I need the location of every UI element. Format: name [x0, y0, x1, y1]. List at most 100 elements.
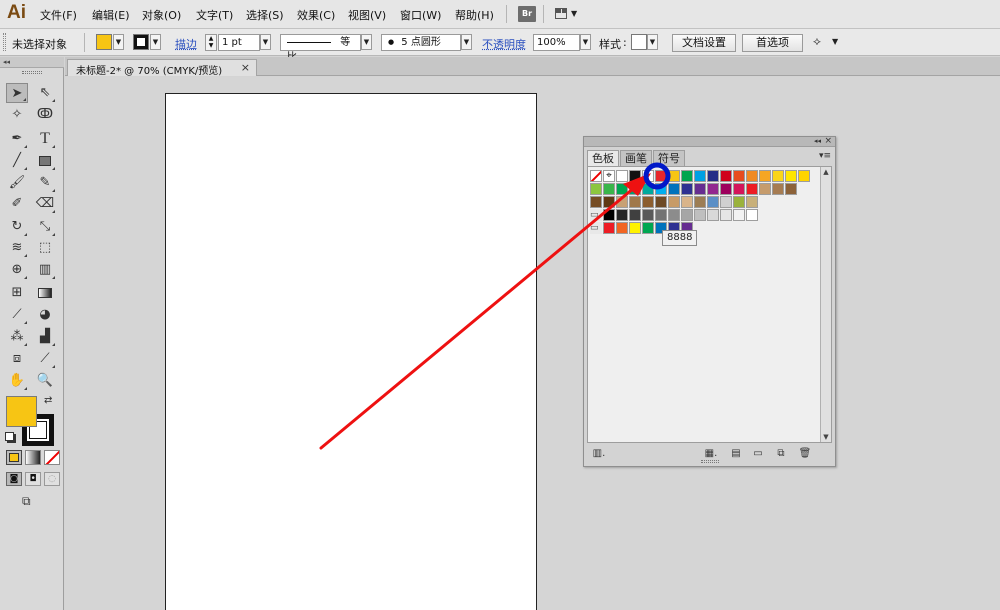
swatch[interactable]	[707, 170, 719, 182]
opacity-label[interactable]: 不透明度	[482, 36, 526, 52]
swatch[interactable]	[590, 196, 602, 208]
swatch[interactable]	[733, 196, 745, 208]
brush-definition[interactable]: ● 5 点圆形	[381, 34, 461, 51]
column-graph-tool-icon[interactable]: ▟	[34, 327, 56, 347]
swatch[interactable]	[720, 196, 732, 208]
swatch[interactable]	[694, 196, 706, 208]
free-transform-tool-icon[interactable]: ⬚	[34, 238, 56, 258]
preferences-button[interactable]: 首选项	[742, 34, 803, 52]
swatch-registration[interactable]: ⌖	[603, 170, 615, 182]
stroke-weight-dropdown[interactable]: ▼	[260, 34, 271, 50]
opacity-field[interactable]: 100%	[533, 34, 580, 51]
swatch[interactable]	[616, 183, 628, 195]
blend-tool-icon[interactable]: ◕	[34, 305, 56, 325]
swatch[interactable]	[642, 170, 654, 182]
canvas-area[interactable]	[65, 77, 1000, 610]
swatch-none[interactable]	[590, 170, 602, 182]
draw-normal-icon[interactable]: ◙	[6, 472, 22, 486]
swatch-options-icon[interactable]: ▤	[729, 447, 743, 461]
swatch[interactable]	[603, 196, 615, 208]
isolate-selection-icon[interactable]: ⟡	[813, 34, 821, 49]
bridge-button[interactable]: Br	[518, 6, 536, 22]
stroke-label[interactable]: 描边	[175, 36, 197, 52]
swatch[interactable]	[707, 196, 719, 208]
opacity-dropdown[interactable]: ▼	[580, 34, 591, 50]
tools-panel-grip[interactable]	[22, 71, 42, 74]
panel-menu-icon[interactable]: ▾≡	[819, 151, 831, 161]
swatch[interactable]	[772, 170, 784, 182]
swatch[interactable]	[668, 196, 680, 208]
delete-swatch-icon[interactable]: 🗑	[798, 447, 812, 461]
document-tab[interactable]: 未标题-2* @ 70% (CMYK/预览) ×	[67, 59, 257, 77]
swatch[interactable]	[759, 183, 771, 195]
swatch[interactable]	[733, 170, 745, 182]
menu-edit[interactable]: 编辑(E)	[92, 7, 130, 23]
symbol-sprayer-tool-icon[interactable]: ⁂	[6, 327, 28, 347]
default-fill-stroke-icon[interactable]	[5, 432, 14, 441]
artboard-tool-icon[interactable]: ⧈	[6, 349, 28, 369]
scroll-up-icon[interactable]: ▲	[822, 168, 830, 176]
swatch[interactable]	[655, 196, 667, 208]
brush-dropdown[interactable]: ▼	[461, 34, 472, 50]
swatch[interactable]	[668, 209, 680, 221]
arrange-documents-button[interactable]: ▼	[553, 6, 579, 22]
swatch[interactable]	[642, 196, 654, 208]
menu-help[interactable]: 帮助(H)	[455, 7, 494, 23]
swatch[interactable]	[785, 170, 797, 182]
stroke-dropdown-arrow[interactable]: ▼	[150, 34, 161, 50]
menu-select[interactable]: 选择(S)	[246, 7, 284, 23]
shape-builder-tool-icon[interactable]: ⊕	[6, 260, 28, 280]
swatch[interactable]	[603, 209, 615, 221]
gradient-tool-icon[interactable]	[34, 283, 56, 303]
close-icon[interactable]: ×	[241, 61, 250, 74]
pen-tool-icon[interactable]: ✒	[6, 129, 28, 149]
swatch[interactable]	[616, 196, 628, 208]
swatch[interactable]	[681, 183, 693, 195]
swatch[interactable]	[629, 196, 641, 208]
stroke-weight-stepper[interactable]: ▲ ▼	[205, 34, 217, 51]
none-mode-button[interactable]	[44, 450, 60, 465]
show-swatch-kinds-icon[interactable]: ▦.	[704, 447, 718, 461]
resize-grip[interactable]	[701, 460, 719, 463]
swatch[interactable]	[655, 209, 667, 221]
swatch[interactable]	[668, 170, 680, 182]
new-color-group-icon[interactable]: ▭	[751, 447, 765, 461]
rectangle-tool-icon[interactable]	[34, 151, 56, 171]
eraser-tool-icon[interactable]: ⌫	[34, 194, 56, 214]
swatch[interactable]	[642, 222, 654, 234]
swatch-libraries-menu-icon[interactable]: ▥.	[592, 447, 606, 461]
swatch[interactable]	[746, 170, 758, 182]
eyedropper-tool-icon[interactable]: ⟋	[6, 305, 28, 325]
tab-symbols[interactable]: 符号	[653, 150, 685, 166]
swatch[interactable]	[720, 183, 732, 195]
swatch[interactable]	[629, 222, 641, 234]
swatch[interactable]	[668, 183, 680, 195]
swatch[interactable]	[655, 183, 667, 195]
swatch[interactable]	[642, 209, 654, 221]
draw-inside-icon[interactable]: ◌	[44, 472, 60, 486]
stroke-weight-field[interactable]: 1 pt	[218, 34, 260, 51]
line-tool-icon[interactable]: ╱	[6, 151, 28, 171]
close-icon[interactable]: ×	[824, 137, 832, 146]
color-mode-button[interactable]	[6, 450, 22, 465]
swatch[interactable]	[694, 170, 706, 182]
type-tool-icon[interactable]: T	[34, 129, 56, 149]
tab-swatches[interactable]: 色板	[587, 150, 619, 167]
swatch[interactable]	[655, 170, 667, 182]
menu-type[interactable]: 文字(T)	[196, 7, 233, 23]
tools-panel-header[interactable]: ◂◂	[0, 57, 64, 68]
menu-effect[interactable]: 效果(C)	[297, 7, 335, 23]
swatch[interactable]	[746, 209, 758, 221]
swatch[interactable]	[772, 183, 784, 195]
stroke-color-swatch[interactable]	[133, 34, 149, 50]
warp-tool-icon[interactable]: ≋	[6, 238, 28, 258]
swatch[interactable]	[681, 170, 693, 182]
swatch[interactable]	[720, 170, 732, 182]
swatch[interactable]	[642, 183, 654, 195]
fill-swatch[interactable]	[6, 396, 37, 427]
swatch[interactable]	[694, 183, 706, 195]
swatch[interactable]	[603, 222, 615, 234]
swatch[interactable]	[746, 196, 758, 208]
menu-object[interactable]: 对象(O)	[142, 7, 181, 23]
fill-color-swatch[interactable]	[96, 34, 112, 50]
